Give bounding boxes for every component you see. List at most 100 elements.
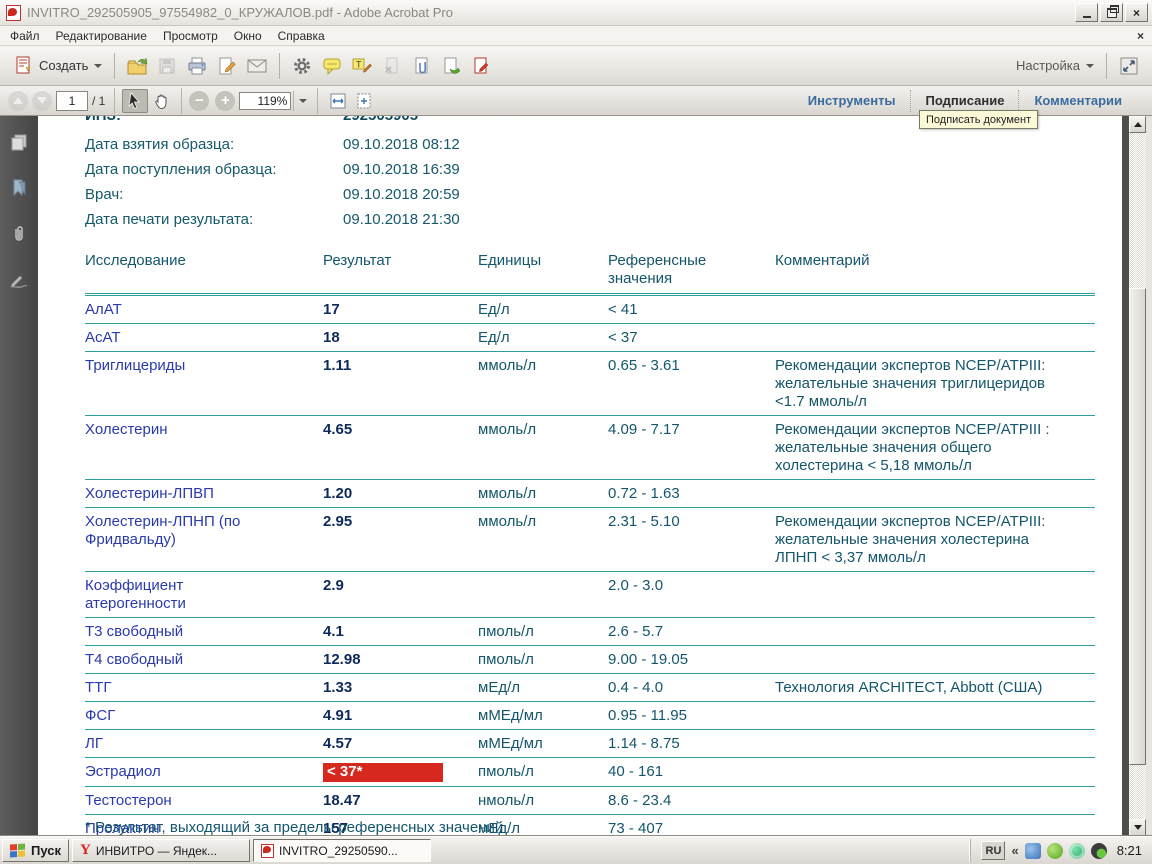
reference-cell: 1.14 - 8.75: [608, 730, 775, 758]
language-indicator[interactable]: RU: [981, 841, 1005, 860]
scrollbar-thumb[interactable]: [1129, 288, 1146, 765]
comment-cell: [775, 295, 1095, 324]
test-name-cell[interactable]: Холестерин-ЛПНП (по Фридвальду): [85, 508, 323, 572]
restore-button[interactable]: [1100, 3, 1123, 22]
select-tool-button[interactable]: [122, 89, 148, 113]
text-annotation-button[interactable]: T: [347, 52, 377, 80]
fit-page-button[interactable]: [351, 89, 377, 113]
bookmarks-icon[interactable]: [8, 176, 30, 200]
vertical-scrollbar[interactable]: [1129, 116, 1146, 836]
hand-tool-button[interactable]: [148, 89, 174, 113]
reference-cell: 0.95 - 11.95: [608, 702, 775, 730]
customize-button[interactable]: Настройка: [1011, 52, 1099, 80]
minimize-button[interactable]: [1075, 3, 1098, 22]
tray-app-icon-green[interactable]: [1047, 843, 1063, 859]
toolbar-separator: [181, 88, 182, 114]
test-name-cell[interactable]: АлАТ: [85, 295, 323, 324]
test-name-cell[interactable]: ФСГ: [85, 702, 323, 730]
result-cell: 4.65: [323, 416, 478, 480]
units-cell: пмоль/л: [478, 618, 608, 646]
test-name-cell[interactable]: ТТГ: [85, 674, 323, 702]
test-name-cell[interactable]: Т4 свободный: [85, 646, 323, 674]
units-cell: [478, 572, 608, 618]
minus-icon: −: [195, 93, 204, 108]
taskbar-window-button[interactable]: YИНВИТРО — Яндек...: [72, 839, 250, 862]
attach-file-button[interactable]: [407, 52, 437, 80]
test-name-link[interactable]: Триглицериды: [85, 357, 185, 375]
signatures-icon[interactable]: [8, 268, 30, 292]
create-button[interactable]: Создать: [8, 52, 107, 80]
test-name-cell[interactable]: Триглицериды: [85, 352, 323, 416]
attachments-icon[interactable]: [8, 222, 30, 246]
comment-button[interactable]: [317, 52, 347, 80]
result-cell: 4.1: [323, 618, 478, 646]
open-file-button[interactable]: [122, 52, 152, 80]
close-button[interactable]: ×: [1125, 3, 1148, 22]
test-name-cell[interactable]: Т3 свободный: [85, 618, 323, 646]
test-name-link[interactable]: Эстрадиол: [85, 763, 161, 781]
info-row: Дата взятия образца:09.10.2018 08:12: [38, 136, 1122, 161]
zoom-out-button[interactable]: −: [189, 91, 209, 111]
test-name-link[interactable]: ЛГ: [85, 735, 103, 753]
test-name-link[interactable]: Т4 свободный: [85, 651, 183, 669]
test-name-link[interactable]: АлАТ: [85, 301, 122, 319]
tray-app-icon-blue[interactable]: [1025, 843, 1041, 859]
test-name-link[interactable]: Холестерин-ЛПНП (по Фридвальду): [85, 513, 243, 549]
scroll-down-button[interactable]: [1129, 819, 1146, 836]
close-icon: ×: [1133, 7, 1140, 19]
test-name-cell[interactable]: Холестерин: [85, 416, 323, 480]
sign-document-button[interactable]: [212, 52, 242, 80]
zoom-in-button[interactable]: +: [215, 91, 235, 111]
test-name-link[interactable]: Холестерин-ЛПВП: [85, 485, 214, 503]
menu-item-редактирование[interactable]: Редактирование: [48, 27, 155, 45]
scroll-up-button[interactable]: [1129, 116, 1146, 133]
tray-app-icon-dark[interactable]: [1091, 843, 1107, 859]
tools-panel-button[interactable]: Инструменты: [794, 93, 910, 108]
column-header-text: Комментарий: [775, 252, 869, 269]
comment-cell: [775, 787, 1095, 815]
menu-item-справка[interactable]: Справка: [270, 27, 333, 45]
test-name-cell[interactable]: Холестерин-ЛПВП: [85, 480, 323, 508]
sign-panel-button[interactable]: Подписание: [912, 93, 1019, 108]
test-name-link[interactable]: Холестерин: [85, 421, 168, 439]
zoom-level-input[interactable]: 119%: [239, 92, 291, 110]
print-button[interactable]: [182, 52, 212, 80]
main-toolbar: Создать: [0, 46, 1152, 86]
page-number-input[interactable]: [56, 91, 88, 111]
email-button[interactable]: [242, 52, 272, 80]
reading-mode-button[interactable]: [1114, 52, 1144, 80]
test-name-link[interactable]: Коэффициент атерогенности: [85, 577, 243, 613]
units-cell: ммоль/л: [478, 480, 608, 508]
test-name-cell[interactable]: Эстрадиол: [85, 758, 323, 787]
document-close-icon[interactable]: ×: [1137, 29, 1144, 43]
test-name-cell[interactable]: Тестостерон: [85, 787, 323, 815]
save-button: [152, 52, 182, 80]
test-name-link[interactable]: Т3 свободный: [85, 623, 183, 641]
page-thumbnails-icon[interactable]: [8, 130, 30, 154]
zoom-dropdown-button[interactable]: [293, 91, 310, 111]
windows-logo-icon: [10, 843, 26, 858]
fit-width-button[interactable]: [325, 89, 351, 113]
settings-gear-button[interactable]: [287, 52, 317, 80]
test-name-cell[interactable]: АсАТ: [85, 324, 323, 352]
menu-item-файл[interactable]: Файл: [2, 27, 48, 45]
test-name-cell[interactable]: Коэффициент атерогенности: [85, 572, 323, 618]
menu-item-просмотр[interactable]: Просмотр: [155, 27, 226, 45]
export-file-button[interactable]: [437, 52, 467, 80]
restore-icon: [1107, 8, 1117, 18]
test-name-link[interactable]: Тестостерон: [85, 792, 172, 810]
comments-panel-button[interactable]: Комментарии: [1020, 93, 1136, 108]
taskbar-window-label: ИНВИТРО — Яндек...: [96, 844, 217, 858]
test-name-link[interactable]: АсАТ: [85, 329, 121, 347]
start-button[interactable]: Пуск: [2, 839, 69, 862]
comment-cell: [775, 815, 1095, 837]
tray-collapse-icon[interactable]: «: [1011, 843, 1018, 858]
taskbar-window-button[interactable]: INVITRO_29250590...: [253, 839, 431, 862]
test-name-link[interactable]: ФСГ: [85, 707, 115, 725]
test-name-cell[interactable]: ЛГ: [85, 730, 323, 758]
tray-app-icon-ring[interactable]: [1069, 843, 1085, 859]
test-name-link[interactable]: ТТГ: [85, 679, 111, 697]
result-cell: 18: [323, 324, 478, 352]
edit-document-button[interactable]: [467, 52, 497, 80]
menu-item-окно[interactable]: Окно: [226, 27, 270, 45]
